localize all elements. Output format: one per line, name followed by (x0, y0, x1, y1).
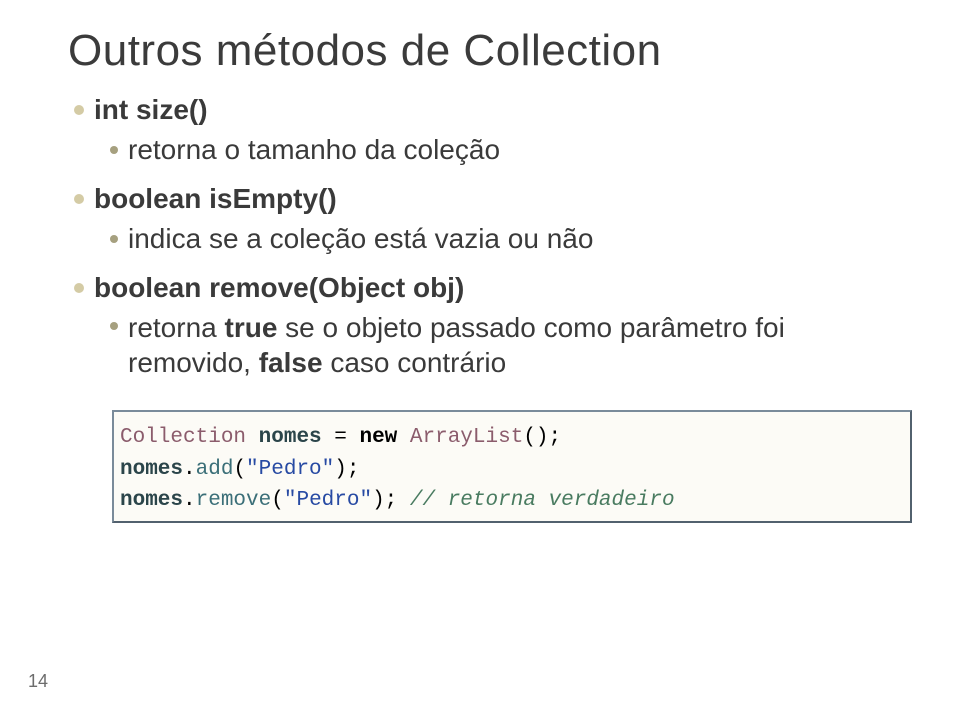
bullet-icon (110, 146, 118, 154)
code-token: = (322, 426, 360, 449)
list-item: indica se a coleção está vazia ou não (110, 221, 910, 256)
list-item: retorna o tamanho da coleção (110, 132, 910, 167)
code-token: "Pedro" (246, 458, 334, 481)
list-item: retorna true se o objeto passado como pa… (110, 310, 910, 380)
method-signature: int size() (94, 94, 208, 126)
text: caso contrário (323, 347, 507, 378)
bullet-list: int size() retorna o tamanho da coleção … (68, 94, 910, 380)
list-item: int size() retorna o tamanho da coleção (74, 94, 910, 167)
method-signature: boolean remove(Object obj) (94, 272, 464, 304)
keyword-true: true (225, 312, 278, 343)
method-signature: boolean isEmpty() (94, 183, 337, 215)
method-description: retorna true se o objeto passado como pa… (128, 310, 908, 380)
code-token: ); (372, 489, 397, 512)
code-token: Collection (120, 426, 246, 449)
bullet-icon (110, 235, 118, 243)
page-number: 14 (28, 671, 48, 692)
slide-title: Outros métodos de Collection (68, 26, 910, 76)
code-token: ); (334, 458, 359, 481)
code-token: ( (271, 489, 284, 512)
code-token: (); (523, 426, 561, 449)
code-token: nomes (259, 426, 322, 449)
code-token: nomes (120, 489, 183, 512)
bullet-icon (74, 283, 84, 293)
code-token: // retorna verdadeiro (397, 489, 674, 512)
code-token: remove (196, 489, 272, 512)
code-token: ArrayList (397, 426, 523, 449)
code-token: nomes (120, 458, 183, 481)
code-block: Collection nomes = new ArrayList(); nome… (120, 422, 902, 517)
list-item: boolean isEmpty() indica se a coleção es… (74, 183, 910, 256)
code-example: Collection nomes = new ArrayList(); nome… (112, 410, 912, 523)
slide: Outros métodos de Collection int size() … (0, 0, 960, 714)
method-description: retorna o tamanho da coleção (128, 132, 500, 167)
code-token: . (183, 489, 196, 512)
keyword-false: false (259, 347, 323, 378)
code-token: . (183, 458, 196, 481)
code-token: new (359, 426, 397, 449)
code-token: ( (233, 458, 246, 481)
bullet-icon (74, 105, 84, 115)
list-item: boolean remove(Object obj) retorna true … (74, 272, 910, 380)
bullet-icon (110, 322, 118, 330)
method-description: indica se a coleção está vazia ou não (128, 221, 593, 256)
code-token: "Pedro" (284, 489, 372, 512)
code-token: add (196, 458, 234, 481)
text: retorna (128, 312, 225, 343)
bullet-icon (74, 194, 84, 204)
